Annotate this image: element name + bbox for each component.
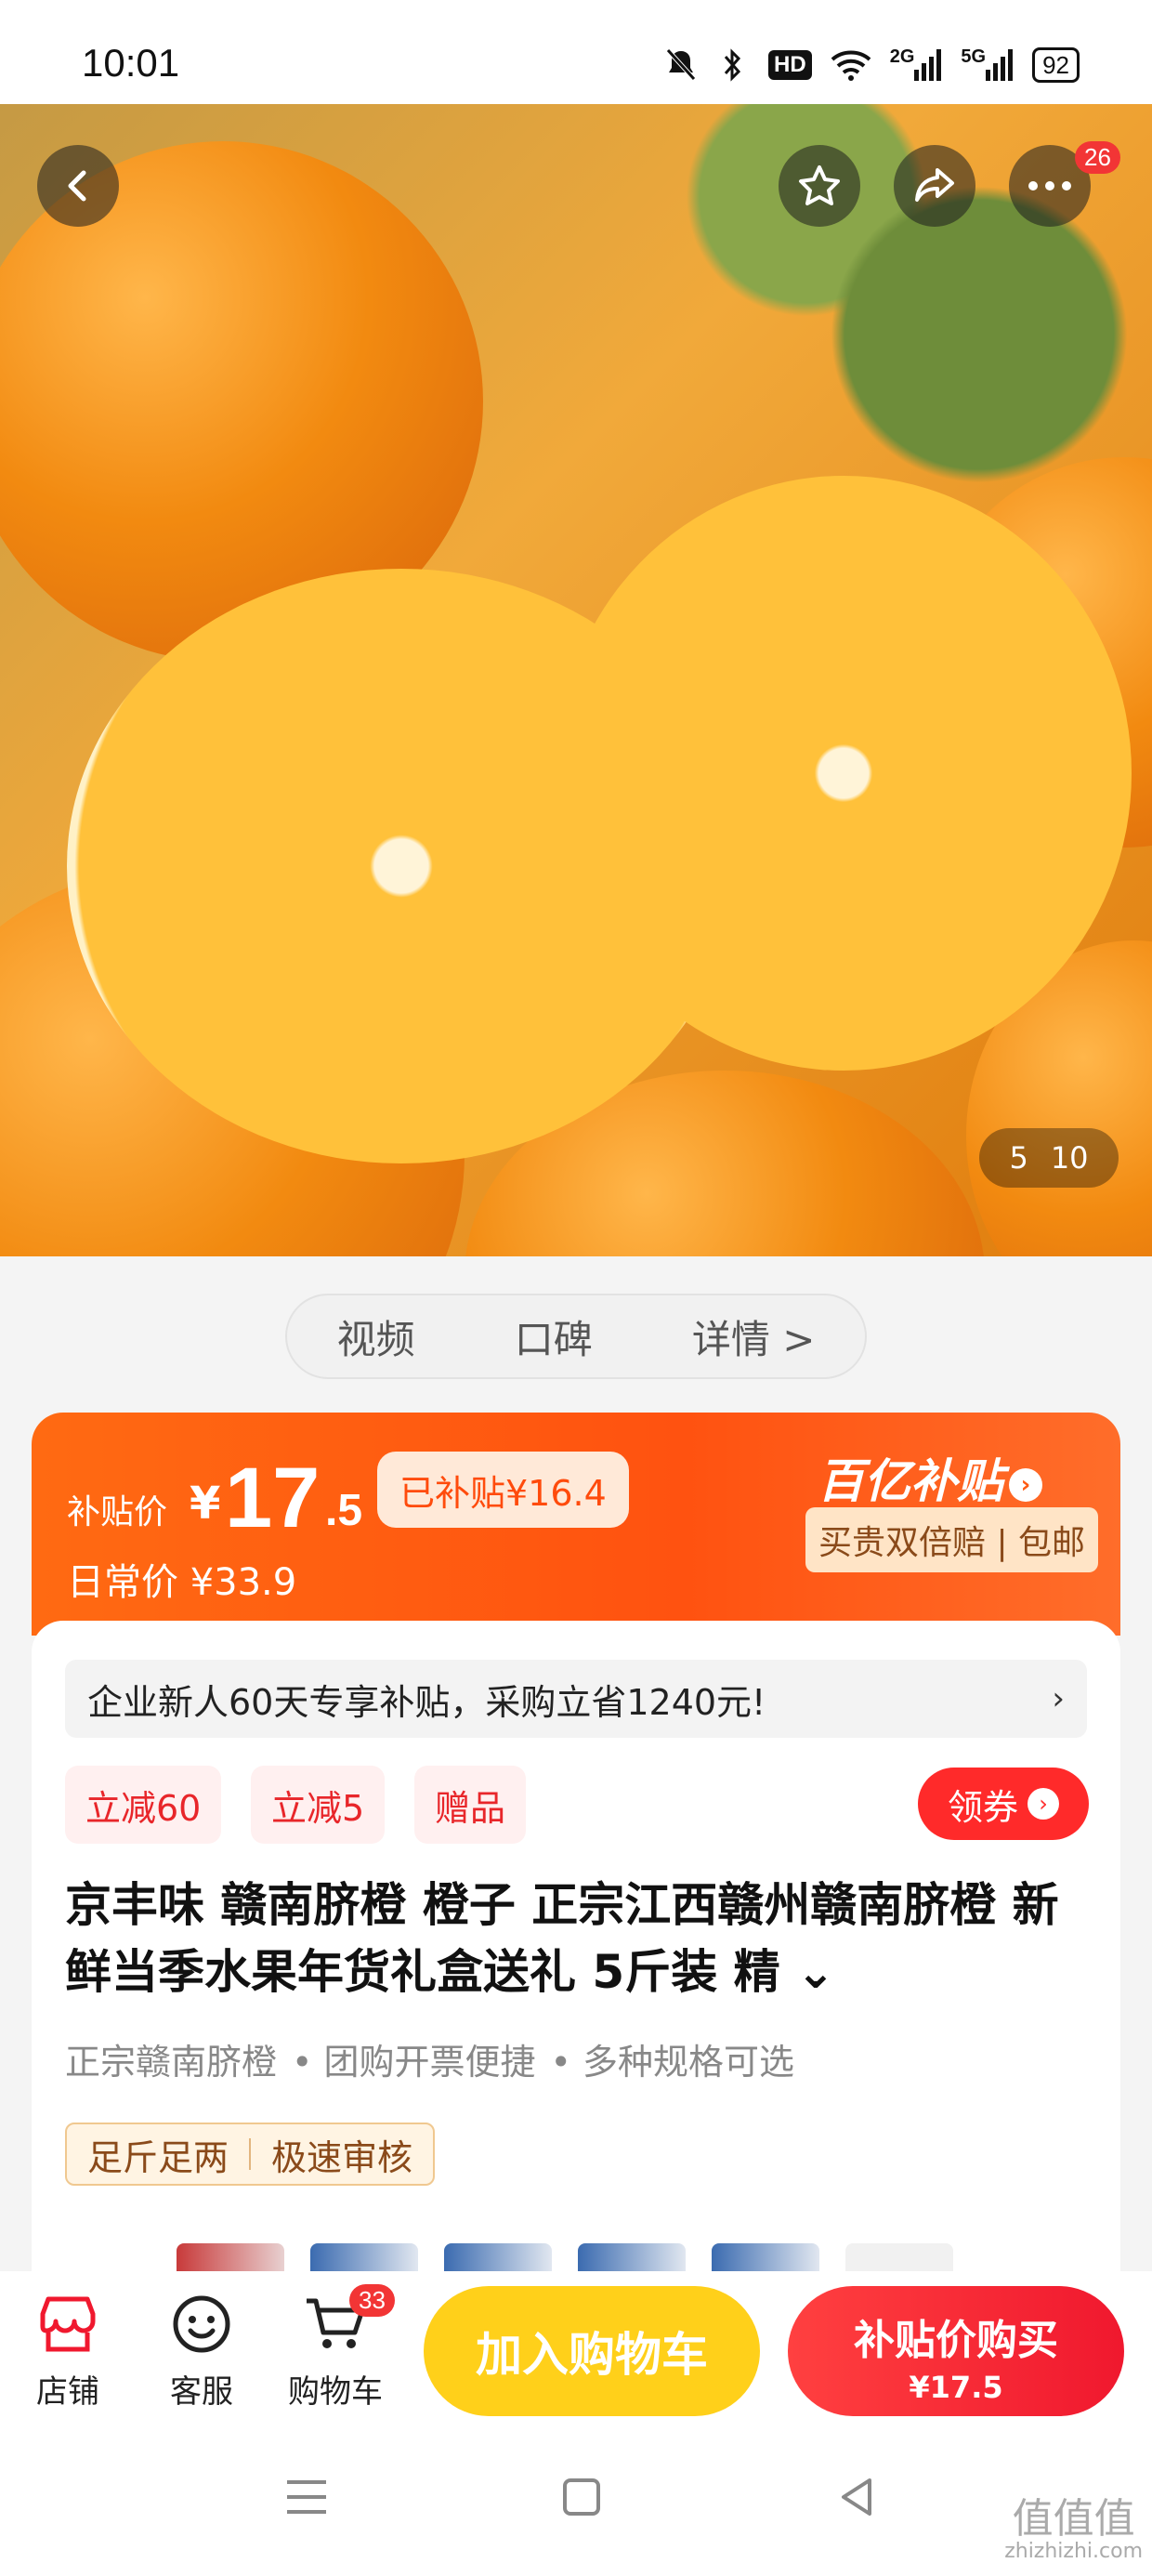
price-decimal: .5: [325, 1486, 363, 1535]
tab-video[interactable]: 视频: [337, 1308, 415, 1365]
coupon-tag[interactable]: 立减5: [251, 1766, 386, 1844]
chevron-left-icon: [68, 170, 86, 202]
promo-text: 企业新人60天专享补贴，采购立省1240元!: [87, 1681, 766, 1723]
sku-thumbnail[interactable]: [845, 2243, 953, 2271]
service-tag: 足斤足两: [87, 2136, 229, 2178]
chevron-right-icon: ›: [1052, 1680, 1065, 1717]
cart-label: 购物车: [288, 2373, 383, 2411]
watermark-logo: 值值值: [1012, 2495, 1135, 2543]
star-icon: [799, 165, 840, 205]
sku-thumbnail[interactable]: [310, 2243, 418, 2271]
signal-2g-icon: 2G: [890, 46, 943, 84]
signal-5g-label: 5G: [961, 46, 987, 67]
service-tag: 极速审核: [271, 2136, 413, 2178]
sku-thumbnail[interactable]: [578, 2243, 686, 2271]
menu-icon: [287, 2480, 326, 2514]
sku-thumbnail[interactable]: [444, 2243, 552, 2271]
signal-2g-label: 2G: [889, 46, 915, 67]
status-time: 10:01: [82, 41, 180, 85]
image-counter: 5 10: [979, 1128, 1119, 1188]
chevron-right-icon: ›: [1009, 1467, 1042, 1502]
media-tabs: 视频 口碑 详情 >: [285, 1294, 867, 1379]
service-label: 客服: [170, 2373, 233, 2411]
feature-item: • 多种规格可选: [550, 2042, 795, 2083]
orange-half: [556, 476, 1132, 1071]
price-currency: ¥: [190, 1478, 221, 1530]
mute-icon: [664, 46, 698, 84]
buy-label: 补贴价购买: [854, 2317, 1058, 2364]
product-info-card: 企业新人60天专享补贴，采购立省1240元! › 立减60 立减5 赠品 领券 …: [32, 1621, 1120, 2271]
back-triangle-icon: [842, 2478, 871, 2516]
coupon-tag[interactable]: 立减60: [65, 1766, 222, 1844]
feature-list: 正宗赣南脐橙 • 团购开票便捷 • 多种规格可选: [65, 2033, 794, 2084]
claim-label: 领券: [947, 1786, 1018, 1828]
sku-thumbnails: [177, 2243, 953, 2271]
signal-5g-icon: 5G: [961, 46, 1014, 84]
store-label: 店铺: [36, 2373, 99, 2411]
image-total: 10: [1050, 1140, 1089, 1176]
home-nav-button[interactable]: [554, 2474, 609, 2530]
store-button[interactable]: 店铺: [7, 2290, 128, 2412]
feature-item: • 团购开票便捷: [292, 2042, 536, 2083]
store-icon: [40, 2296, 96, 2352]
tab-reviews[interactable]: 口碑: [515, 1308, 593, 1365]
menu-nav-button[interactable]: [279, 2474, 334, 2530]
chevron-down-icon[interactable]: ⌄: [796, 1945, 835, 1999]
product-image[interactable]: 26 5 10: [0, 104, 1152, 1256]
regular-price: 日常价 ¥33.9: [67, 1561, 297, 1604]
enterprise-promo-bar[interactable]: 企业新人60天专享补贴，采购立省1240元! ›: [65, 1660, 1087, 1738]
more-icon: [1028, 181, 1071, 191]
system-navigation-bar: 值值值 zhizhizhi.com: [0, 2429, 1152, 2576]
service-tags: 足斤足两 极速审核: [65, 2123, 436, 2186]
add-to-cart-button[interactable]: 加入购物车: [424, 2286, 760, 2416]
status-bar: 10:01 HD 2G 5G 92: [0, 0, 1152, 104]
back-nav-button[interactable]: [829, 2474, 884, 2530]
share-icon: [915, 168, 954, 202]
back-button[interactable]: [37, 145, 119, 227]
wifi-icon: [831, 46, 871, 84]
buy-price: ¥17.5: [909, 2370, 1003, 2405]
image-index: 5: [1009, 1140, 1028, 1176]
coupon-tag[interactable]: 赠品: [414, 1766, 527, 1844]
billion-subsidy-link[interactable]: 百亿补贴 ›: [818, 1444, 1042, 1511]
price-banner: 补贴价 ¥ 17 .5 已补贴¥16.4 日常价 ¥33.9 百亿补贴 › 买贵双…: [32, 1413, 1120, 1636]
product-title[interactable]: 京丰味 赣南脐橙 橙子 正宗江西赣州赣南脐橙 新鲜当季水果年货礼盒送礼 5斤装 …: [65, 1872, 1087, 2005]
status-icons: HD 2G 5G 92: [664, 46, 1080, 84]
guarantee-badge: 买贵双倍赔 | 包邮: [805, 1507, 1099, 1572]
price-label: 补贴价: [67, 1493, 168, 1531]
tab-details[interactable]: 详情 >: [692, 1308, 816, 1365]
bottom-action-bar: 店铺 客服 33 购物车 加入购物车 补贴价购买 ¥17.5: [0, 2271, 1152, 2429]
price-integer: 17: [225, 1451, 321, 1545]
share-button[interactable]: [894, 145, 975, 227]
chevron-right-icon: ›: [1028, 1788, 1059, 1820]
battery-icon: 92: [1032, 47, 1080, 83]
sku-thumbnail[interactable]: [712, 2243, 819, 2271]
product-title-text: 京丰味 赣南脐橙 橙子 正宗江西赣州赣南脐橙 新鲜当季水果年货礼盒送礼 5斤装 …: [65, 1878, 1059, 1999]
buy-now-button[interactable]: 补贴价购买 ¥17.5: [788, 2286, 1124, 2416]
home-square-icon: [563, 2478, 600, 2516]
customer-service-icon: [173, 2295, 230, 2353]
feature-item: 正宗赣南脐橙: [65, 2042, 278, 2083]
claim-coupon-button[interactable]: 领券 ›: [918, 1768, 1089, 1840]
brand-title: 百亿补贴: [818, 1454, 1003, 1508]
sku-thumbnail[interactable]: [177, 2243, 284, 2271]
favorite-button[interactable]: [779, 145, 860, 227]
watermark-url: zhizhizhi.com: [1004, 2540, 1143, 2563]
hd-icon: HD: [768, 50, 812, 80]
bluetooth-icon: [716, 46, 750, 84]
watermark: 值值值 zhizhizhi.com: [1004, 2498, 1143, 2563]
customer-service-button[interactable]: 客服: [141, 2290, 262, 2412]
more-badge: 26: [1075, 141, 1120, 174]
cart-button[interactable]: 33 购物车: [275, 2284, 396, 2412]
cart-badge: 33: [349, 2284, 395, 2317]
subsidy-badge: 已补贴¥16.4: [377, 1452, 629, 1528]
